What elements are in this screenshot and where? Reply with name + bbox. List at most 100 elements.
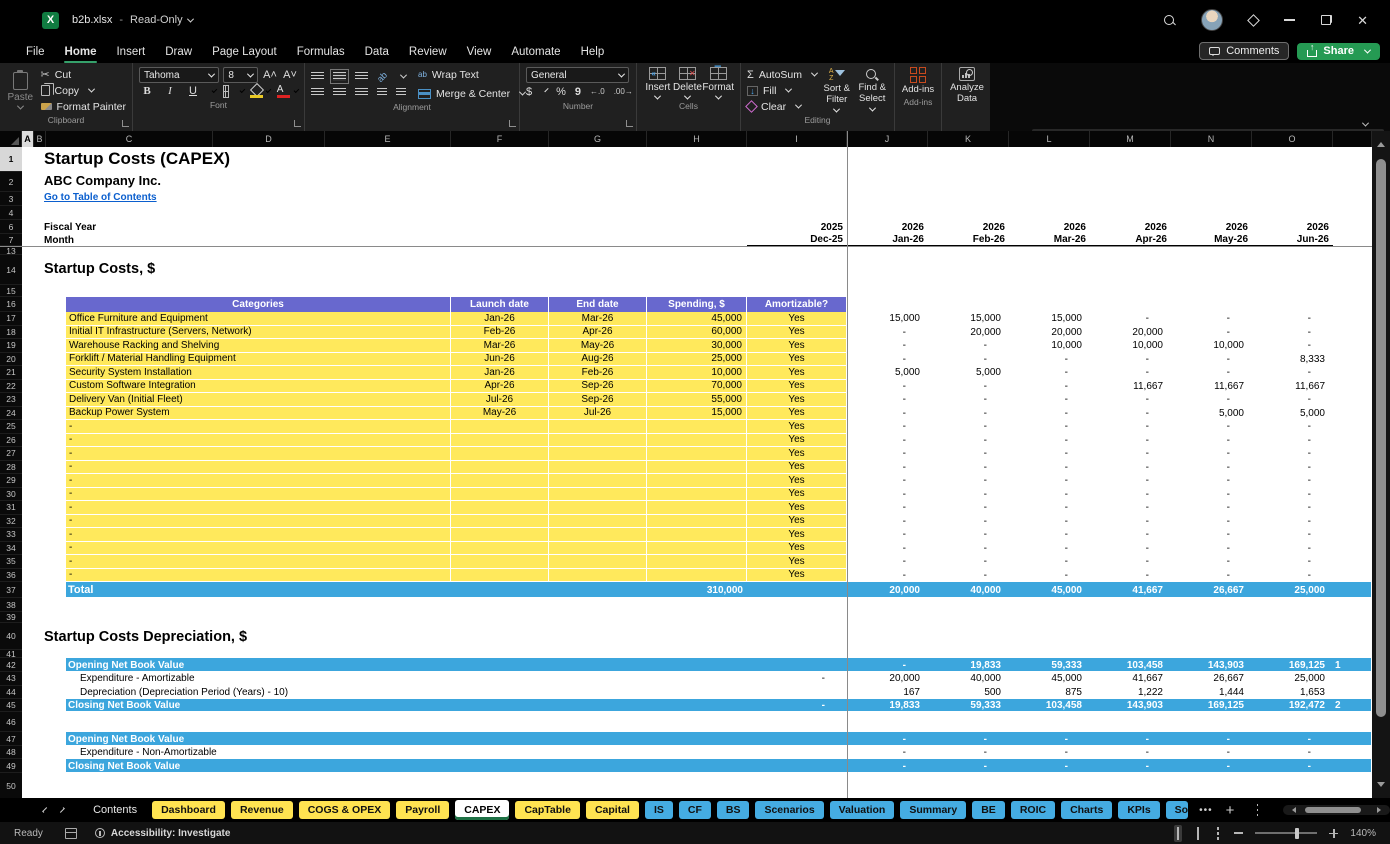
fiscal-year-cell[interactable]: 2025 — [747, 220, 847, 234]
month-value-cell[interactable]: - — [1171, 353, 1252, 367]
launch-date-cell[interactable] — [451, 528, 549, 541]
vertical-scrollbar[interactable] — [1372, 131, 1390, 798]
end-date-cell[interactable] — [549, 433, 647, 446]
month-value-cell[interactable]: - — [1090, 501, 1171, 515]
row-number[interactable]: 2 — [0, 172, 22, 192]
row-number[interactable]: 13 — [0, 246, 22, 256]
opening-nbv-cell-2[interactable]: - — [1090, 732, 1171, 746]
end-date-cell[interactable]: Sep-26 — [549, 393, 647, 406]
month-cell[interactable]: Jun-26 — [1252, 234, 1333, 246]
month-value-cell[interactable]: - — [1252, 434, 1333, 448]
month-value-cell[interactable]: - — [928, 434, 1009, 448]
month-value-cell[interactable]: - — [847, 461, 928, 475]
fiscal-year-cell[interactable]: 2026 — [1090, 220, 1171, 234]
scroll-right-icon[interactable] — [1377, 807, 1384, 813]
category-cell[interactable]: Backup Power System — [66, 406, 451, 419]
month-value-cell[interactable]: - — [847, 326, 928, 340]
decrease-decimal-icon[interactable]: .00→ — [614, 87, 633, 96]
end-date-cell[interactable] — [549, 487, 647, 500]
depreciation-cell[interactable]: 1,222 — [1090, 686, 1171, 700]
closing-nbv-cell-2[interactable]: - — [1009, 759, 1090, 773]
amortizable-cell[interactable]: Yes — [747, 366, 847, 379]
scroll-left-icon[interactable] — [1289, 807, 1296, 813]
launch-date-cell[interactable] — [451, 487, 549, 500]
month-value-cell[interactable]: - — [1171, 474, 1252, 488]
month-value-cell[interactable]: - — [1252, 501, 1333, 515]
expenditure-cell[interactable]: 25,000 — [1252, 672, 1333, 686]
format-cells-button[interactable]: ▔ Format — [702, 67, 734, 100]
closing-nbv-cell-2[interactable]: - — [847, 759, 928, 773]
category-cell[interactable]: - — [66, 474, 451, 487]
menu-item[interactable]: Formulas — [287, 43, 355, 61]
row-number[interactable]: 40 — [0, 623, 22, 650]
zoom-slider-thumb[interactable] — [1295, 827, 1300, 839]
restore-icon[interactable] — [1321, 15, 1333, 25]
end-date-cell[interactable] — [549, 447, 647, 460]
launch-date-cell[interactable] — [451, 541, 549, 554]
month-value-cell[interactable]: - — [1171, 542, 1252, 556]
month-value-cell[interactable]: - — [1252, 339, 1333, 353]
sheet-tab[interactable]: Scenarios — [755, 801, 824, 819]
sheet-tab[interactable]: Valuation — [829, 801, 895, 819]
percent-style-icon[interactable]: % — [556, 86, 566, 98]
month-value-cell[interactable]: - — [1171, 326, 1252, 340]
analyze-data-button[interactable]: Analyze Data — [948, 67, 986, 105]
month-value-cell[interactable]: - — [847, 380, 928, 394]
expenditure-cell[interactable]: 45,000 — [1009, 672, 1090, 686]
category-cell[interactable]: - — [66, 447, 451, 460]
borders-icon[interactable] — [222, 84, 229, 98]
column-header-b[interactable]: B — [34, 131, 46, 147]
avatar[interactable] — [1201, 9, 1224, 31]
category-cell[interactable]: - — [66, 420, 451, 433]
month-value-cell[interactable]: - — [1252, 555, 1333, 569]
row-number[interactable]: 15 — [0, 285, 22, 297]
accessibility-status[interactable]: Accessibility: Investigate — [111, 828, 231, 839]
month-value-cell[interactable]: 15,000 — [847, 312, 928, 326]
category-cell[interactable]: - — [66, 528, 451, 541]
closing-nbv-cell[interactable]: 192,472 — [1252, 699, 1333, 712]
month-value-cell[interactable]: 11,667 — [1171, 380, 1252, 394]
end-date-cell[interactable]: Feb-26 — [549, 366, 647, 379]
launch-date-cell[interactable] — [451, 514, 549, 527]
month-value-cell[interactable]: - — [928, 420, 1009, 434]
table-of-contents-link[interactable]: Go to Table of Contents — [44, 192, 157, 203]
month-value-cell[interactable]: - — [1252, 366, 1333, 380]
expenditure-cell[interactable]: 26,667 — [1171, 672, 1252, 686]
month-value-cell[interactable]: - — [1252, 474, 1333, 488]
row-number[interactable]: 17 — [0, 312, 22, 326]
total-month-cell[interactable]: 20,000 — [847, 582, 928, 598]
fill-button[interactable]: ↓ Fill — [747, 83, 817, 98]
category-cell[interactable]: Office Furniture and Equipment — [66, 312, 451, 325]
horizontal-scroll-thumb[interactable] — [1304, 807, 1361, 813]
total-month-cell[interactable]: 45,000 — [1009, 582, 1090, 598]
month-value-cell[interactable]: - — [1252, 393, 1333, 407]
month-value-cell[interactable]: - — [1252, 528, 1333, 542]
month-value-cell[interactable]: - — [847, 407, 928, 421]
align-middle-icon[interactable] — [330, 69, 349, 84]
search-icon[interactable] — [1164, 14, 1175, 26]
sheet-tab[interactable]: CapTable — [515, 801, 580, 819]
amortizable-cell[interactable]: Yes — [747, 406, 847, 419]
end-date-cell[interactable] — [549, 474, 647, 487]
month-label[interactable]: Month — [44, 234, 74, 246]
end-date-cell[interactable] — [549, 420, 647, 433]
column-header-h[interactable]: H — [647, 131, 747, 147]
align-center-icon[interactable] — [333, 87, 346, 97]
category-cell[interactable]: Custom Software Integration — [66, 379, 451, 392]
font-dialog-launcher-icon[interactable] — [294, 120, 301, 127]
depreciation-cell[interactable]: 1,444 — [1171, 686, 1252, 700]
category-cell[interactable]: - — [66, 487, 451, 500]
month-value-cell[interactable]: - — [1009, 555, 1090, 569]
month-value-cell[interactable]: - — [847, 515, 928, 529]
month-value-cell[interactable]: - — [1009, 434, 1090, 448]
font-color-icon[interactable]: A — [276, 84, 290, 98]
launch-date-cell[interactable]: Mar-26 — [451, 339, 549, 352]
category-cell[interactable]: Initial IT Infrastructure (Servers, Netw… — [66, 325, 451, 338]
month-value-cell[interactable]: - — [928, 488, 1009, 502]
month-value-cell[interactable]: - — [1090, 515, 1171, 529]
month-value-cell[interactable]: 15,000 — [1009, 312, 1090, 326]
month-value-cell[interactable]: - — [1090, 312, 1171, 326]
column-header-g[interactable]: G — [549, 131, 647, 147]
minimize-icon[interactable] — [1284, 19, 1296, 21]
opening-nbv-cell[interactable]: 19,833 — [928, 658, 1009, 672]
